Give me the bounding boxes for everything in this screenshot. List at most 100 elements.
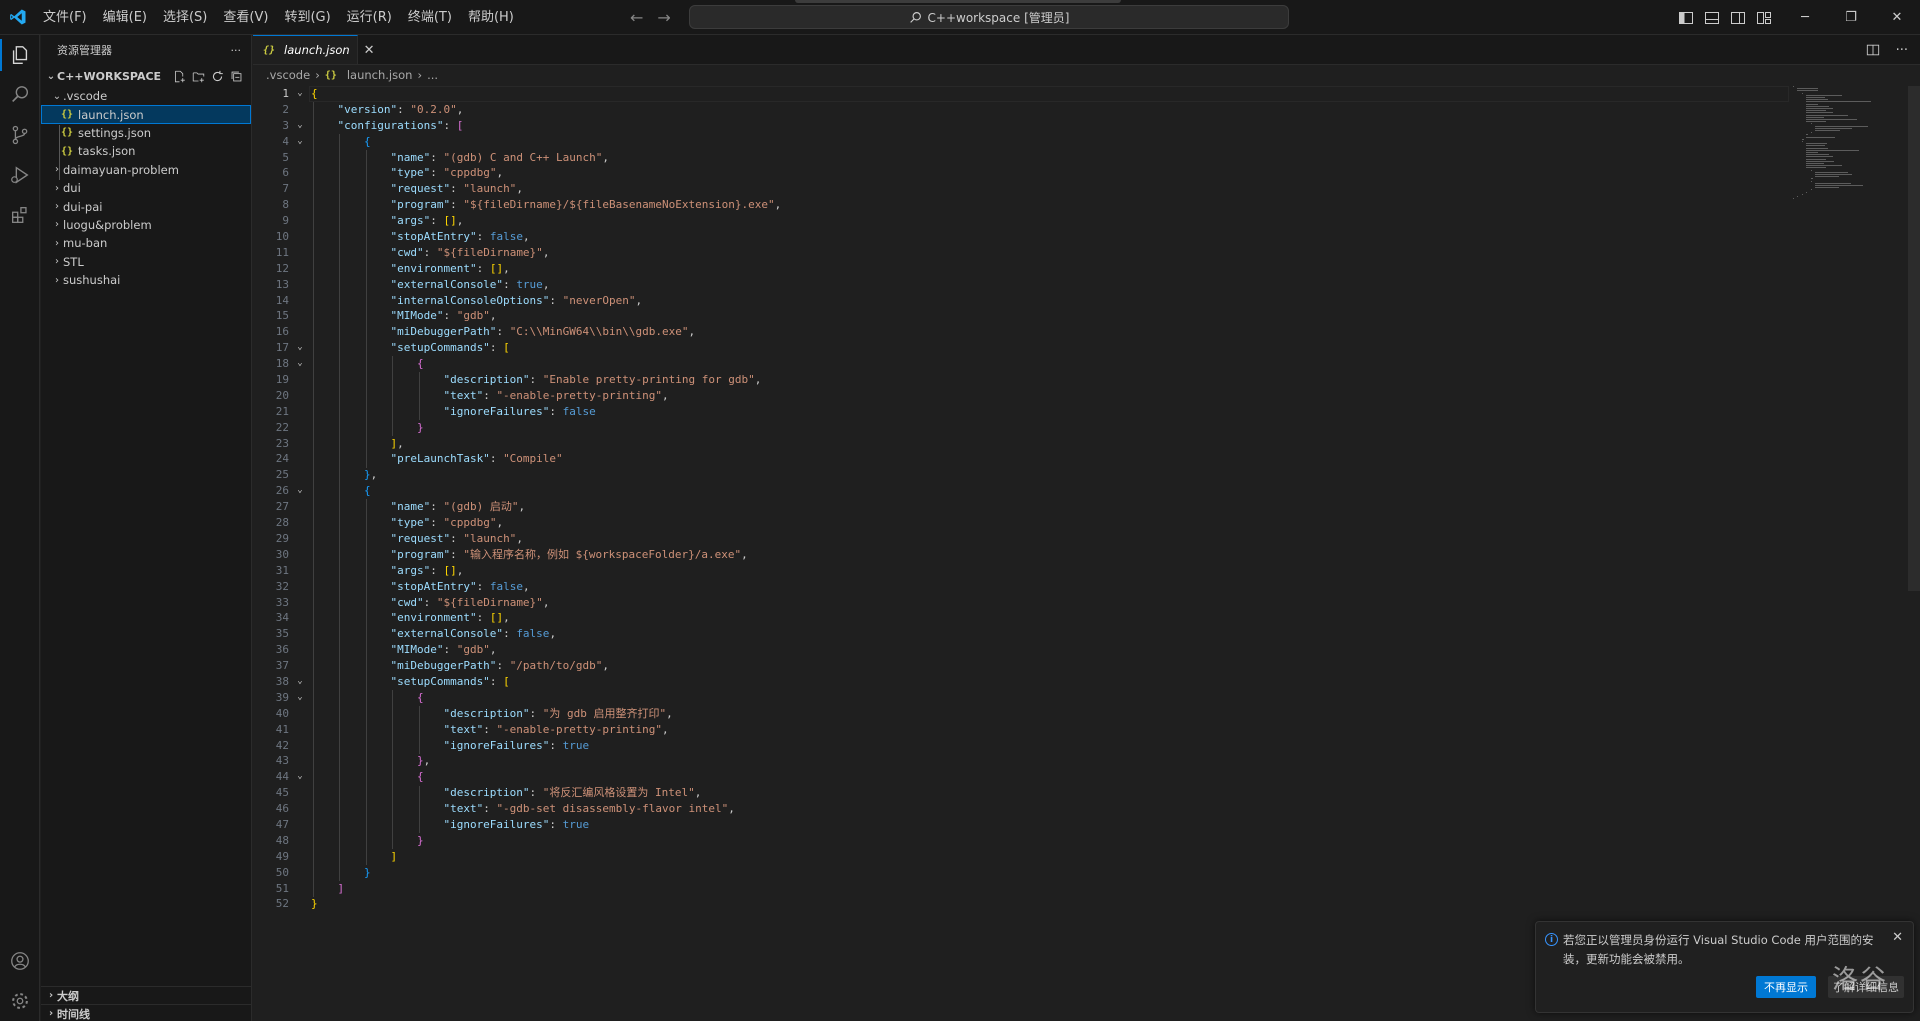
outline-section[interactable]: › 大纲: [41, 986, 252, 1004]
folder-item[interactable]: › sushushai: [41, 271, 251, 289]
code-line[interactable]: 49 ]: [253, 849, 1793, 865]
fold-chevron-icon[interactable]: ⌄: [293, 340, 307, 356]
folder-vscode[interactable]: ⌄ .vscode: [41, 87, 251, 105]
source-control-icon[interactable]: [0, 115, 40, 155]
refresh-icon[interactable]: [211, 70, 224, 83]
customize-layout-icon[interactable]: [1756, 10, 1772, 26]
toggle-panel-icon[interactable]: [1704, 10, 1720, 26]
manage-gear-icon[interactable]: [0, 981, 40, 1021]
folder-item[interactable]: › dui: [41, 179, 251, 197]
collapse-all-icon[interactable]: [230, 70, 243, 83]
code-line[interactable]: 10 "stopAtEntry": false,: [253, 229, 1793, 245]
menu-item[interactable]: 编辑(E): [95, 0, 155, 35]
search-activity-icon[interactable]: [0, 75, 40, 115]
code-line[interactable]: 23 ],: [253, 436, 1793, 452]
code-line[interactable]: 2 "version": "0.2.0",: [253, 102, 1793, 118]
code-line[interactable]: 18 ⌄ {: [253, 356, 1793, 372]
code-line[interactable]: 40 "description": "为 gdb 启用整齐打印",: [253, 706, 1793, 722]
dont-show-again-button[interactable]: 不再显示: [1756, 976, 1816, 998]
code-line[interactable]: 37 "miDebuggerPath": "/path/to/gdb",: [253, 658, 1793, 674]
folder-item[interactable]: › STL: [41, 253, 251, 271]
breadcrumb-file[interactable]: launch.json: [347, 68, 413, 82]
code-line[interactable]: 41 "text": "-enable-pretty-printing",: [253, 722, 1793, 738]
code-line[interactable]: 34 "environment": [],: [253, 610, 1793, 626]
code-line[interactable]: 28 "type": "cppdbg",: [253, 515, 1793, 531]
fold-chevron-icon[interactable]: ⌄: [293, 118, 307, 134]
toggle-secondary-sidebar-icon[interactable]: [1730, 10, 1746, 26]
timeline-section[interactable]: › 时间线: [41, 1004, 252, 1021]
menu-item[interactable]: 选择(S): [155, 0, 215, 35]
code-line[interactable]: 16 "miDebuggerPath": "C:\\MinGW64\\bin\\…: [253, 324, 1793, 340]
code-line[interactable]: 6 "type": "cppdbg",: [253, 165, 1793, 181]
code-line[interactable]: 50 }: [253, 865, 1793, 881]
code-line[interactable]: 15 "MIMode": "gdb",: [253, 308, 1793, 324]
code-line[interactable]: 21 "ignoreFailures": false: [253, 404, 1793, 420]
new-folder-icon[interactable]: [192, 70, 205, 83]
file-item[interactable]: {} launch.json: [41, 105, 251, 124]
menu-item[interactable]: 转到(G): [276, 0, 338, 35]
code-line[interactable]: 26 ⌄ {: [253, 483, 1793, 499]
code-line[interactable]: 1 ⌄ {: [253, 86, 1793, 102]
explorer-icon[interactable]: [0, 35, 40, 75]
minimize-icon[interactable]: ─: [1782, 0, 1828, 35]
folder-item[interactable]: › daimayuan-problem: [41, 161, 251, 179]
code-line[interactable]: 9 "args": [],: [253, 213, 1793, 229]
code-line[interactable]: 27 "name": "(gdb) 启动",: [253, 499, 1793, 515]
code-line[interactable]: 17 ⌄ "setupCommands": [: [253, 340, 1793, 356]
tab-launch-json[interactable]: {} launch.json ✕: [253, 35, 375, 64]
file-item[interactable]: {} settings.json: [41, 124, 251, 142]
code-line[interactable]: 39 ⌄ {: [253, 690, 1793, 706]
workspace-root[interactable]: ⌄ C++WORKSPACE: [41, 65, 251, 87]
code-line[interactable]: 13 "externalConsole": true,: [253, 277, 1793, 293]
code-line[interactable]: 5 "name": "(gdb) C and C++ Launch",: [253, 150, 1793, 166]
more-actions-icon[interactable]: ···: [231, 44, 242, 57]
close-tab-icon[interactable]: ✕: [364, 43, 375, 58]
breadcrumb-folder[interactable]: .vscode: [266, 68, 310, 82]
code-line[interactable]: 25 },: [253, 467, 1793, 483]
back-arrow-icon[interactable]: ←: [630, 8, 643, 27]
code-line[interactable]: 47 "ignoreFailures": true: [253, 817, 1793, 833]
fold-chevron-icon[interactable]: ⌄: [293, 356, 307, 372]
fold-chevron-icon[interactable]: ⌄: [293, 134, 307, 150]
code-line[interactable]: 44 ⌄ {: [253, 769, 1793, 785]
menu-item[interactable]: 运行(R): [339, 0, 400, 35]
fold-chevron-icon[interactable]: ⌄: [293, 674, 307, 690]
toggle-primary-sidebar-icon[interactable]: [1678, 10, 1694, 26]
menu-item[interactable]: 文件(F): [35, 0, 95, 35]
split-editor-icon[interactable]: [1866, 43, 1880, 57]
fold-chevron-icon[interactable]: ⌄: [293, 86, 307, 102]
accounts-icon[interactable]: [0, 941, 40, 981]
minimap[interactable]: [1793, 86, 1905, 206]
code-line[interactable]: 14 "internalConsoleOptions": "neverOpen"…: [253, 293, 1793, 309]
close-window-icon[interactable]: ✕: [1874, 0, 1920, 35]
menu-item[interactable]: 帮助(H): [460, 0, 522, 35]
code-editor[interactable]: 1 ⌄{2 "version": "0.2.0", 3 ⌄ "configuratio…: [253, 86, 1793, 912]
code-line[interactable]: 35 "externalConsole": false,: [253, 626, 1793, 642]
code-line[interactable]: 19 "description": "Enable pretty-printin…: [253, 372, 1793, 388]
restore-icon[interactable]: ❐: [1828, 0, 1874, 35]
code-line[interactable]: 36 "MIMode": "gdb",: [253, 642, 1793, 658]
code-line[interactable]: 43 },: [253, 753, 1793, 769]
code-line[interactable]: 52}: [253, 896, 1793, 912]
folder-item[interactable]: › luogu&problem: [41, 216, 251, 234]
fold-chevron-icon[interactable]: ⌄: [293, 690, 307, 706]
code-line[interactable]: 45 "description": "将反汇编风格设置为 Intel",: [253, 785, 1793, 801]
menu-item[interactable]: 终端(T): [400, 0, 460, 35]
close-notification-icon[interactable]: ✕: [1892, 930, 1903, 945]
extensions-icon[interactable]: [0, 195, 40, 235]
code-line[interactable]: 31 "args": [],: [253, 563, 1793, 579]
code-line[interactable]: 30 "program": "输入程序名称，例如 ${workspaceFold…: [253, 547, 1793, 563]
code-line[interactable]: 38 ⌄ "setupCommands": [: [253, 674, 1793, 690]
code-line[interactable]: 3 ⌄ "configurations": [: [253, 118, 1793, 134]
forward-arrow-icon[interactable]: →: [657, 8, 670, 27]
code-line[interactable]: 29 "request": "launch",: [253, 531, 1793, 547]
file-item[interactable]: {} tasks.json: [41, 142, 251, 160]
breadcrumb-symbol[interactable]: ...: [427, 68, 438, 82]
code-line[interactable]: 4 ⌄ {: [253, 134, 1793, 150]
folder-item[interactable]: › dui-pai: [41, 197, 251, 215]
command-center[interactable]: C++workspace [管理员]: [689, 5, 1289, 29]
code-line[interactable]: 11 "cwd": "${fileDirname}",: [253, 245, 1793, 261]
code-line[interactable]: 22 }: [253, 420, 1793, 436]
code-line[interactable]: 48 }: [253, 833, 1793, 849]
editor-scrollbar[interactable]: [1908, 86, 1920, 591]
